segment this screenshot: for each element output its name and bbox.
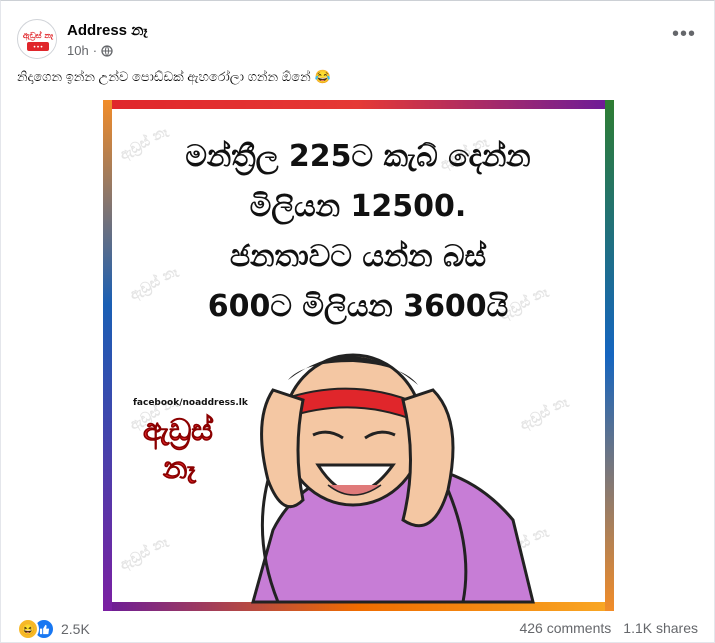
reaction-summary[interactable]: 😆 2.5K bbox=[17, 618, 90, 640]
more-options-icon[interactable]: ••• bbox=[672, 24, 696, 44]
page-name[interactable]: Address නෑ bbox=[67, 22, 148, 39]
meme-line-4: 600ට මිලියන 3600යි bbox=[208, 289, 509, 325]
page-avatar[interactable]: ඇඩ්‍රස් නෑ ••• bbox=[17, 19, 57, 59]
comments-count[interactable]: 426 comments bbox=[519, 620, 611, 636]
avatar-logo-text: ඇඩ්‍රස් නෑ bbox=[23, 30, 54, 41]
meme-line-1: මන්ත්‍රීල 225ට කැබ් දෙන්න bbox=[185, 139, 530, 176]
reaction-count: 2.5K bbox=[61, 621, 90, 637]
svg-text:•••: ••• bbox=[33, 44, 44, 51]
shares-count[interactable]: 1.1K shares bbox=[623, 620, 698, 636]
logo-text-1: ඇඩ්‍රස් bbox=[143, 413, 214, 450]
engagement-counts: 426 comments 1.1K shares bbox=[519, 620, 698, 636]
haha-icon: 😆 bbox=[17, 618, 39, 640]
meme-line-2: මිලියන 12500. bbox=[250, 189, 467, 225]
post-meta: 10h · bbox=[67, 43, 113, 58]
post-footer: 😆 2.5K 426 comments 1.1K shares bbox=[17, 618, 698, 640]
post-card: ඇඩ්‍රස් නෑ ••• Address නෑ 10h · ••• නිදා… bbox=[0, 0, 715, 643]
page-logo-icon: ඇඩ්‍රස් නෑ ••• bbox=[19, 21, 56, 58]
globe-icon[interactable] bbox=[101, 44, 113, 57]
logo-text-2: නෑ bbox=[162, 451, 197, 486]
post-caption: නිදාගෙන ඉන්න උන්ව පොඩ්ඩක් ඇහරෝලා ගන්න ඕන… bbox=[17, 69, 331, 85]
meme-line-3: ජනතාවට යන්න බස් bbox=[230, 239, 487, 274]
separator-dot: · bbox=[92, 43, 98, 58]
meme-image: ඇඩ්‍රස් නෑ ඇඩ්‍රස් නෑ ඇඩ්‍රස් නෑ ඇඩ්‍රස්… bbox=[103, 100, 614, 611]
caption-text: නිදාගෙන ඉන්න උන්ව පොඩ්ඩක් ඇහරෝලා ගන්න ඕන… bbox=[17, 69, 311, 84]
post-time[interactable]: 10h bbox=[67, 43, 89, 58]
fb-handle: facebook/noaddress.lk bbox=[133, 398, 249, 408]
laughing-emoji-icon: 😂 bbox=[314, 69, 331, 84]
post-image[interactable]: ඇඩ්‍රස් නෑ ඇඩ්‍රස් නෑ ඇඩ්‍රස් නෑ ඇඩ්‍රස්… bbox=[103, 100, 614, 611]
